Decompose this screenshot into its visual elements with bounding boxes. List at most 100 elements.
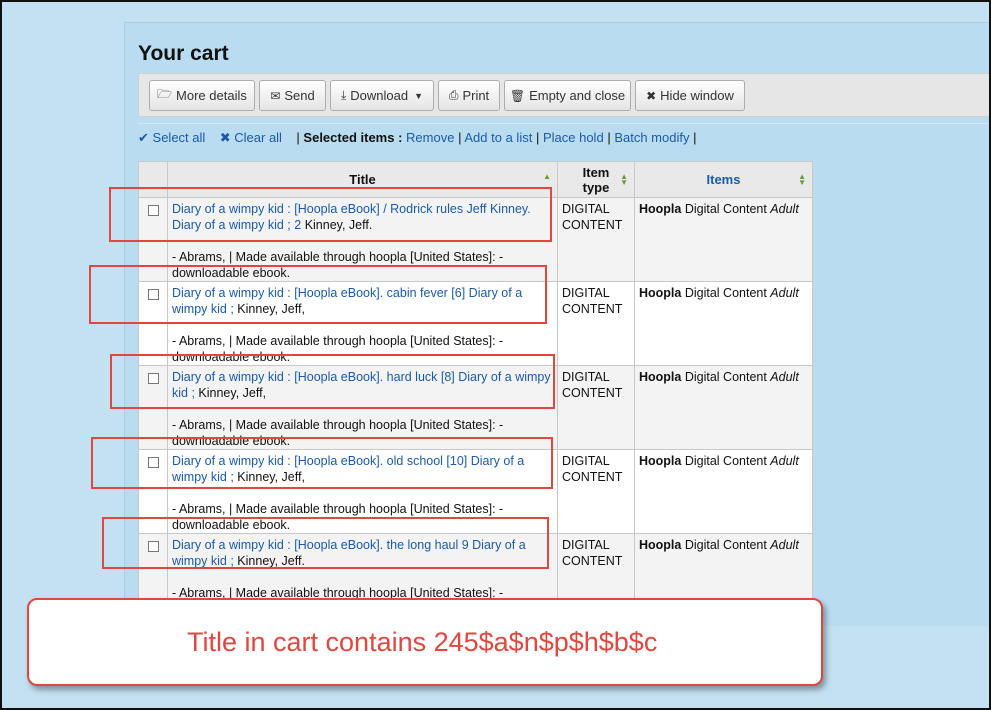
sort-asc-icon: ▲ (543, 172, 551, 181)
items-library: Hoopla (639, 286, 682, 300)
times-icon: ✖ (219, 130, 231, 145)
separator: | (607, 130, 611, 145)
more-details-label: More details (176, 88, 247, 103)
remove-link[interactable]: Remove (406, 130, 454, 145)
separator: | (458, 130, 462, 145)
checkbox-column-header (138, 161, 168, 198)
item-type-cell: DIGITAL CONTENT (557, 365, 635, 450)
items-collection: Adult (770, 538, 799, 552)
cart-table: Title ▲ Item type ▲ ▼ Items ▲ ▼ Diary of a… (138, 161, 813, 618)
items-collection: Adult (770, 286, 799, 300)
caret-down-icon: ▼ (414, 90, 424, 101)
row-checkbox[interactable] (147, 205, 159, 216)
place-hold-link[interactable]: Place hold (543, 130, 604, 145)
author-text: Kinney, Jeff, (194, 386, 267, 400)
trash-icon: 🗑 (509, 88, 526, 103)
publication-text: - Abrams, | Made available through hoopl… (172, 334, 504, 364)
item-type-column-header[interactable]: Item type ▲ ▼ (557, 161, 635, 198)
title-column-header[interactable]: Title ▲ (167, 161, 558, 198)
row-checkbox[interactable] (147, 289, 159, 300)
sort-both-icon: ▲ ▼ (798, 172, 806, 187)
selection-actions: ✔ Select all ✖ Clear all | Selected item… (138, 130, 697, 146)
batch-modify-link[interactable]: Batch modify (614, 130, 689, 145)
title-cell: Diary of a wimpy kid : [Hoopla eBook] / … (167, 197, 558, 282)
table-row: Diary of a wimpy kid : [Hoopla eBook]. c… (138, 281, 813, 366)
page-title: Your cart (138, 42, 229, 65)
close-circle-icon: ✖ (646, 88, 657, 103)
checkbox-cell (138, 449, 168, 534)
print-label: Print (462, 88, 490, 103)
publication-text: - Abrams, | Made available through hoopl… (172, 502, 504, 532)
download-icon: ⤓ (340, 88, 347, 102)
items-collection: Adult (770, 370, 799, 384)
envelope-icon: ✉ (270, 88, 281, 103)
toolbar: 🗁 More details ✉ Send ⤓ Download ▼ ⎙ Pri… (138, 73, 991, 117)
row-checkbox[interactable] (147, 457, 159, 468)
items-cell: Hoopla Digital Content Adult (634, 449, 813, 534)
items-library: Hoopla (639, 370, 682, 384)
empty-and-close-label: Empty and close (529, 88, 626, 103)
author-text: Kinney, Jeff, (233, 470, 305, 484)
items-location: Digital Content (681, 286, 771, 300)
items-location: Digital Content (681, 202, 771, 216)
send-button[interactable]: ✉ Send (259, 80, 326, 111)
row-checkbox[interactable] (147, 373, 159, 384)
select-all-link[interactable]: Select all (153, 130, 206, 145)
annotation-callout: Title in cart contains 245$a$n$p$h$b$c (27, 598, 823, 686)
callout-text: Title in cart contains 245$a$n$p$h$b$c (187, 626, 658, 657)
title-header-label: Title (349, 172, 376, 187)
clear-all-link[interactable]: Clear all (234, 130, 282, 145)
item-type-cell: DIGITAL CONTENT (557, 281, 635, 366)
items-location: Digital Content (681, 454, 771, 468)
item-type-header-label: Item type (582, 164, 610, 195)
empty-and-close-button[interactable]: 🗑 Empty and close (504, 80, 631, 111)
add-to-list-link[interactable]: Add to a list (464, 130, 532, 145)
printer-icon: ⎙ (448, 88, 459, 102)
title-link[interactable]: Diary of a wimpy kid : [Hoopla eBook]. o… (172, 454, 524, 484)
items-location: Digital Content (681, 538, 771, 552)
checkbox-cell (138, 281, 168, 366)
checkbox-cell (138, 365, 168, 450)
table-row: Diary of a wimpy kid : [Hoopla eBook] / … (138, 197, 813, 282)
title-cell: Diary of a wimpy kid : [Hoopla eBook]. o… (167, 449, 558, 534)
items-cell: Hoopla Digital Content Adult (634, 281, 813, 366)
items-library: Hoopla (639, 202, 682, 216)
download-button[interactable]: ⤓ Download ▼ (330, 80, 434, 111)
items-collection: Adult (770, 454, 799, 468)
print-button[interactable]: ⎙ Print (438, 80, 500, 111)
title-link[interactable]: Diary of a wimpy kid : [Hoopla eBook]. c… (172, 286, 522, 316)
separator: | (693, 130, 697, 145)
divider (138, 123, 991, 124)
title-link[interactable]: Diary of a wimpy kid : [Hoopla eBook]. t… (172, 538, 526, 568)
author-text: Kinney, Jeff. (301, 218, 373, 232)
items-cell: Hoopla Digital Content Adult (634, 197, 813, 282)
publication-text: - Abrams, | Made available through hoopl… (172, 418, 504, 448)
separator: | (535, 130, 540, 145)
hide-window-label: Hide window (660, 88, 734, 103)
title-cell: Diary of a wimpy kid : [Hoopla eBook]. c… (167, 281, 558, 366)
download-label: Download (350, 88, 409, 103)
item-type-cell: DIGITAL CONTENT (557, 449, 635, 534)
checkbox-cell (138, 197, 168, 282)
items-location: Digital Content (681, 370, 771, 384)
items-column-header[interactable]: Items ▲ ▼ (634, 161, 813, 198)
hide-window-button[interactable]: ✖ Hide window (635, 80, 745, 111)
row-checkbox[interactable] (147, 541, 159, 552)
item-type-cell: DIGITAL CONTENT (557, 197, 635, 282)
author-text: Kinney, Jeff. (233, 554, 305, 568)
author-text: Kinney, Jeff, (233, 302, 305, 316)
items-library: Hoopla (639, 454, 682, 468)
table-row: Diary of a wimpy kid : [Hoopla eBook]. h… (138, 365, 813, 450)
title-cell: Diary of a wimpy kid : [Hoopla eBook]. h… (167, 365, 558, 450)
folder-open-icon: 🗁 (157, 87, 173, 101)
selected-items-label: Selected items : (303, 130, 403, 145)
more-details-button[interactable]: 🗁 More details (149, 80, 255, 111)
publication-text: - Abrams, | Made available through hoopl… (172, 250, 504, 280)
items-header-label: Items (706, 172, 741, 187)
items-library: Hoopla (639, 538, 682, 552)
table-row: Diary of a wimpy kid : [Hoopla eBook]. o… (138, 449, 813, 534)
sort-both-icon: ▲ ▼ (620, 172, 628, 187)
items-collection: Adult (770, 202, 799, 216)
check-icon: ✔ (138, 130, 149, 145)
separator: | (296, 130, 300, 145)
